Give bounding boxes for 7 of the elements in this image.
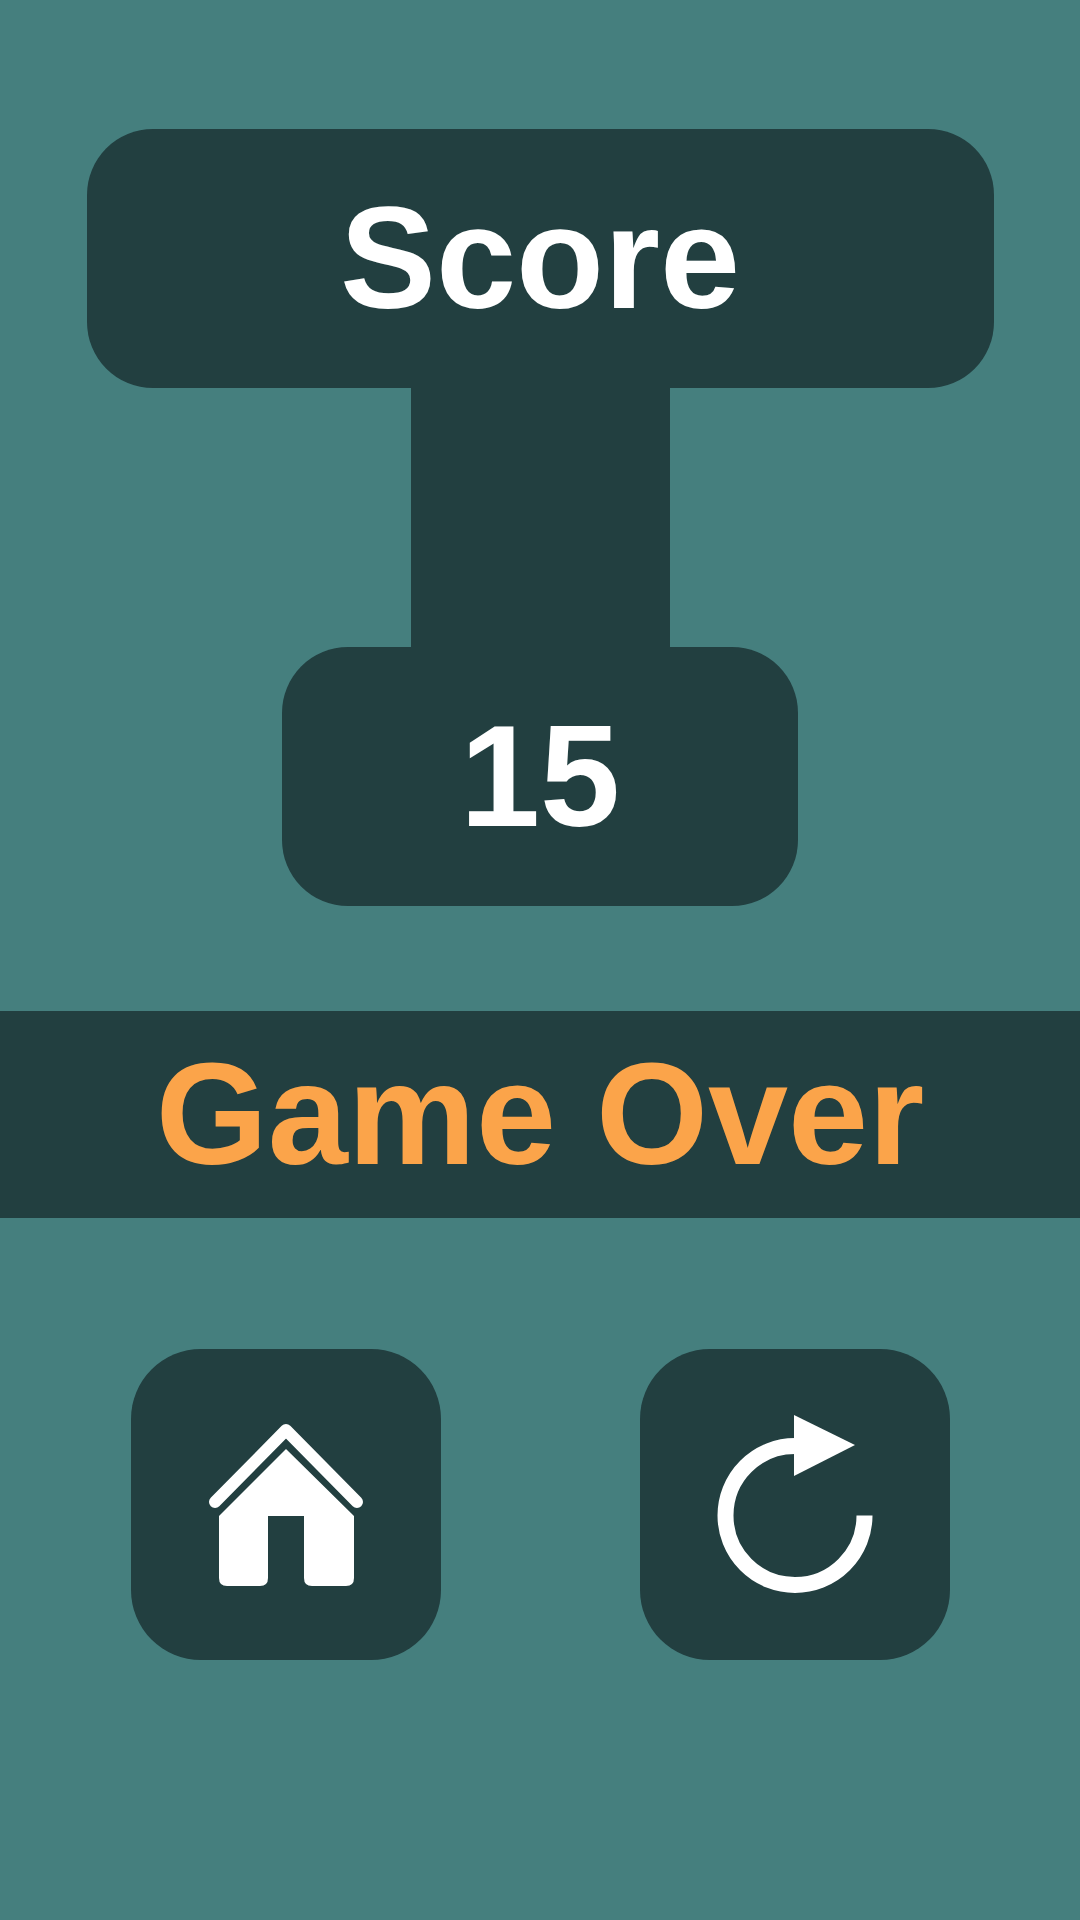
score-label: Score	[339, 186, 741, 331]
circular-arrow-icon	[716, 1415, 873, 1594]
home-button[interactable]	[130, 1349, 441, 1660]
replay-button[interactable]	[639, 1349, 950, 1660]
score-value: 15	[459, 704, 621, 849]
game-over-text: Game Over	[155, 1042, 925, 1187]
home-icon	[207, 1422, 364, 1587]
